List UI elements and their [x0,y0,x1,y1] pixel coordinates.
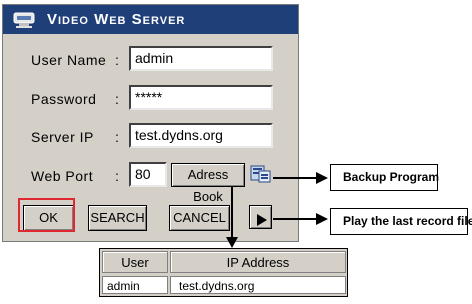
backup-arrowhead [316,172,328,184]
address-book-button[interactable]: Adress Book [171,163,245,204]
web-port-label: Web Port [31,168,94,184]
server-icon [13,12,35,28]
title-bar: Video Web Server [3,5,298,34]
server-ip-input[interactable]: test.dydns.org [129,123,273,148]
password-label: Password [31,91,97,107]
server-ip-colon: : [115,129,119,145]
user-name-input[interactable]: admin [129,46,273,71]
password-input[interactable]: ***** [129,85,273,110]
web-port-input[interactable]: 80 [129,162,167,187]
table-cell-user[interactable]: admin [102,276,168,294]
search-button[interactable]: SEARCH [88,205,147,231]
ok-button-highlight [18,198,75,232]
backup-program-callout: Backup Program [330,164,439,191]
play-icon [257,211,267,233]
column-header-user[interactable]: User [102,251,168,273]
user-name-colon: : [115,52,119,68]
password-colon: : [115,91,119,107]
user-name-label: User Name [31,52,107,68]
address-book-connector-line [231,187,233,239]
web-port-colon: : [115,168,119,184]
address-book-arrowhead [226,237,238,248]
server-ip-label: Server IP [31,129,94,145]
backup-program-icon[interactable] [250,164,272,184]
cancel-button[interactable]: CANCEL [169,205,230,231]
window-title: Video Web Server [47,11,186,28]
backup-connector-line [273,177,320,179]
play-connector-line [273,218,320,220]
address-book-table: User IP Address admin test.dydns.org [99,248,348,297]
table-cell-ip-address[interactable]: test.dydns.org [170,276,346,294]
play-arrowhead [316,213,328,225]
play-last-record-button[interactable] [249,205,272,229]
play-last-record-callout: Play the last record file [330,208,472,235]
column-header-ip-address[interactable]: IP Address [170,251,346,273]
